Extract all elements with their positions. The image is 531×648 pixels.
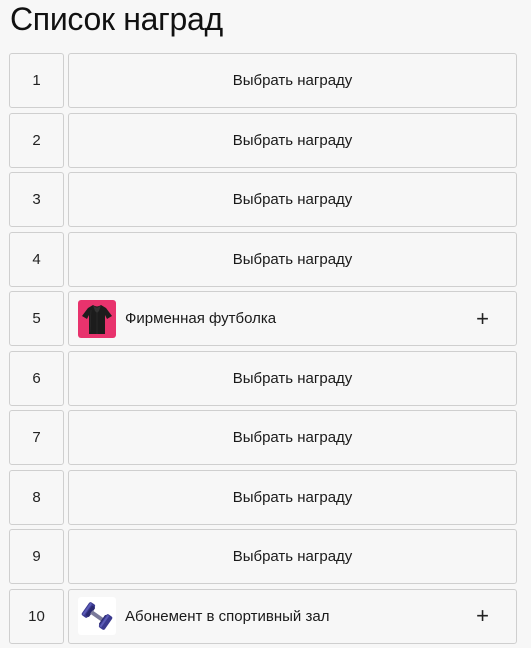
choose-reward-button[interactable]: Выбрать награду <box>68 172 517 227</box>
reward-row: 9 Выбрать награду <box>9 529 517 584</box>
reward-number: 8 <box>9 469 64 525</box>
reward-row: 4 Выбрать награду <box>9 231 517 287</box>
tshirt-icon <box>78 299 116 338</box>
reward-number: 10 <box>9 588 64 644</box>
reward-number: 7 <box>9 410 64 465</box>
tshirt-image <box>78 299 116 338</box>
choose-reward-button[interactable]: Выбрать награду <box>68 231 517 287</box>
dumbbell-image <box>78 597 116 635</box>
reward-row: 5 Фирменная футболка + <box>9 291 517 346</box>
selected-reward[interactable]: Фирменная футболка + <box>68 291 517 346</box>
reward-row: 3 Выбрать награду <box>9 172 517 227</box>
reward-name: Абонемент в спортивный зал <box>125 607 330 625</box>
selected-reward[interactable]: Абонемент в спортивный зал + <box>68 588 517 644</box>
reward-row: 8 Выбрать награду <box>9 469 517 525</box>
reward-number: 2 <box>9 112 64 168</box>
reward-number: 5 <box>9 291 64 346</box>
page-title: Список наград <box>10 1 223 37</box>
choose-reward-button[interactable]: Выбрать награду <box>68 112 517 168</box>
reward-name: Фирменная футболка <box>125 310 277 327</box>
plus-icon[interactable]: + <box>476 307 489 330</box>
reward-number: 3 <box>9 172 64 227</box>
choose-reward-button[interactable]: Выбрать награду <box>68 53 517 108</box>
choose-reward-button[interactable]: Выбрать награду <box>68 410 517 465</box>
reward-number: 9 <box>9 529 64 584</box>
reward-row: 2 Выбрать награду <box>9 112 517 168</box>
plus-icon[interactable]: + <box>476 605 489 627</box>
reward-row: 6 Выбрать награду <box>9 350 517 406</box>
choose-reward-button[interactable]: Выбрать награду <box>68 350 517 406</box>
dumbbell-icon <box>78 597 116 635</box>
reward-row: 7 Выбрать награду <box>9 410 517 465</box>
reward-row: 1 Выбрать награду <box>9 53 517 108</box>
reward-number: 1 <box>9 53 64 108</box>
reward-number: 6 <box>9 350 64 406</box>
choose-reward-button[interactable]: Выбрать награду <box>68 469 517 525</box>
reward-row: 10 Абонемент в спортивный зал + <box>9 588 517 644</box>
choose-reward-button[interactable]: Выбрать награду <box>68 529 517 584</box>
reward-number: 4 <box>9 231 64 287</box>
reward-list: 1 Выбрать награду 2 Выбрать награду 3 Вы… <box>9 53 517 648</box>
